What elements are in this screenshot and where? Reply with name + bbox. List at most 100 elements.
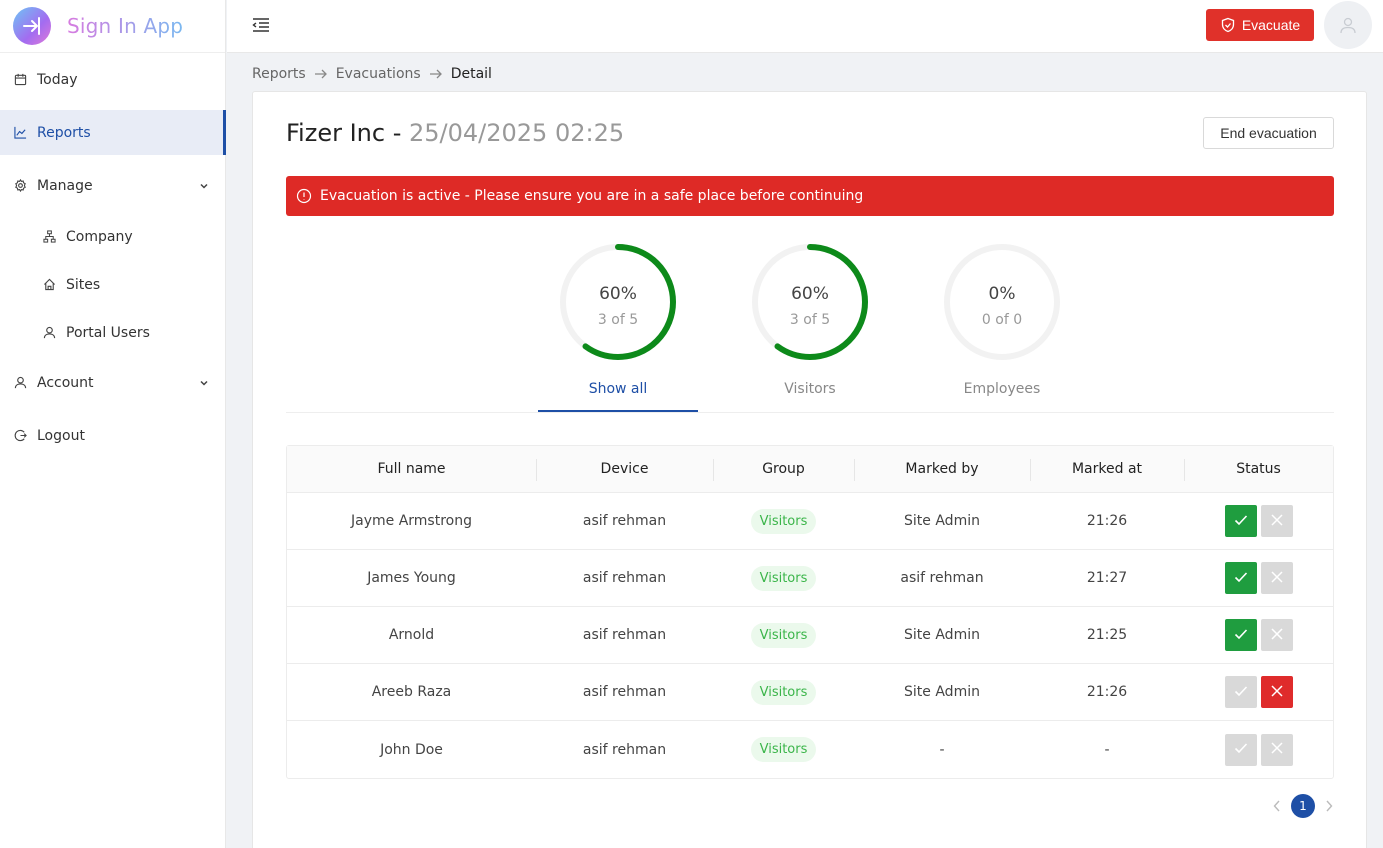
table-row: Arnold asif rehman Visitors Site Admin 21:25	[287, 607, 1333, 664]
breadcrumb-evacuations[interactable]: Evacuations	[336, 66, 421, 82]
mark-safe-button[interactable]	[1224, 733, 1257, 766]
mark-unsafe-button[interactable]	[1260, 562, 1293, 594]
avatar[interactable]	[1324, 1, 1372, 49]
page-title: Fizer Inc - 25/04/2025 02:25	[286, 119, 624, 147]
sidebar-item-logout[interactable]: Logout	[0, 413, 226, 458]
home-icon	[42, 278, 56, 292]
check-icon	[1233, 626, 1249, 645]
breadcrumb-reports[interactable]: Reports	[252, 66, 306, 82]
evacuation-alert: Evacuation is active - Please ensure you…	[286, 176, 1334, 216]
sidebar-item-reports[interactable]: Reports	[0, 110, 226, 155]
cell-group: Visitors	[713, 664, 854, 720]
column-header: Device	[536, 446, 713, 492]
tab-count: 3 of 5	[597, 312, 639, 328]
table-body: Jayme Armstrong asif rehman Visitors Site A…	[287, 493, 1333, 778]
group-tag: Visitors	[750, 737, 817, 762]
breadcrumb-detail: Detail	[450, 66, 492, 82]
cell-full-name: James Young	[367, 570, 456, 586]
cell-marked-at: -	[1104, 741, 1110, 758]
mark-unsafe-button[interactable]	[1260, 619, 1293, 651]
chevron-left-icon[interactable]	[1267, 794, 1287, 818]
close-icon	[1270, 684, 1284, 701]
sidebar-item-manage[interactable]: Manage	[0, 163, 226, 208]
close-icon	[1270, 627, 1284, 644]
line-chart-icon	[13, 126, 27, 140]
title-separator: -	[385, 119, 409, 147]
chevron-down-icon	[199, 376, 209, 392]
tab-label: Show all	[588, 381, 648, 397]
cell-device: asif rehman	[582, 627, 667, 643]
check-icon	[1233, 683, 1249, 702]
group-tag: Visitors	[750, 622, 817, 648]
app-logo[interactable]: Sign In App	[0, 0, 225, 53]
cell-full-name: Arnold	[388, 627, 435, 643]
breadcrumb: Reports Evacuations Detail	[252, 64, 492, 84]
gear-icon	[13, 179, 27, 193]
cell-group: Visitors	[713, 493, 854, 549]
mark-unsafe-button[interactable]	[1260, 733, 1293, 766]
sign-in-arrow-icon	[13, 7, 51, 45]
close-icon	[1270, 513, 1284, 530]
tab-percent: 0%	[988, 284, 1016, 304]
mark-unsafe-button[interactable]	[1260, 505, 1293, 537]
chevron-right-icon[interactable]	[1319, 794, 1339, 818]
evacuate-label: Evacuate	[1241, 17, 1301, 33]
tab-show-all[interactable]: 60% 3 of 5 Show all	[538, 242, 698, 414]
tab-divider	[286, 412, 1334, 413]
cell-marked-at: 21:25	[1086, 627, 1128, 643]
sidebar-item-today[interactable]: Today	[0, 57, 226, 102]
top-header: Evacuate	[227, 0, 1383, 53]
user-icon	[1340, 17, 1356, 34]
sidebar-item-portal-users[interactable]: Portal Users	[0, 310, 226, 355]
calendar-icon	[13, 73, 27, 87]
menu-fold-icon[interactable]	[252, 17, 270, 37]
sidebar-item-account[interactable]: Account	[0, 360, 226, 405]
sidebar-item-label: Reports	[37, 124, 91, 141]
cell-full-name: John Doe	[380, 741, 443, 758]
info-circle-icon	[296, 188, 312, 204]
mark-safe-button[interactable]	[1224, 505, 1257, 537]
column-header: Full name	[377, 461, 446, 477]
alert-message: Evacuation is active - Please ensure you…	[320, 188, 864, 204]
evacuate-button[interactable]: Evacuate	[1206, 9, 1314, 41]
check-icon	[1233, 512, 1249, 531]
cell-marked-by: -	[939, 741, 945, 758]
cell-marked-by: Site Admin	[904, 513, 980, 529]
page-number[interactable]: 1	[1291, 794, 1315, 818]
sidebar-item-label: Logout	[37, 427, 85, 444]
cell-device: asif rehman	[582, 513, 667, 529]
sidebar-item-company[interactable]: Company	[0, 214, 226, 259]
sidebar-item-sites[interactable]: Sites	[0, 262, 226, 307]
sidebar-item-label: Portal Users	[66, 324, 150, 341]
org-chart-icon	[42, 230, 56, 244]
sidebar-item-label: Manage	[37, 177, 93, 194]
arrow-right-icon	[429, 68, 443, 80]
cell-group: Visitors	[713, 607, 854, 663]
table-row: John Doe asif rehman Visitors - -	[287, 721, 1333, 778]
mark-safe-button[interactable]	[1224, 619, 1257, 651]
table-row: James Young asif rehman Visitors asif rehma…	[287, 550, 1333, 607]
cell-group: Visitors	[713, 550, 854, 606]
mark-safe-button[interactable]	[1224, 562, 1257, 594]
company-name: Fizer Inc	[286, 119, 386, 147]
cell-device: asif rehman	[582, 570, 667, 586]
tab-label: Visitors	[784, 381, 836, 397]
tab-visitors[interactable]: 60% 3 of 5 Visitors	[730, 242, 890, 414]
mark-unsafe-button[interactable]	[1260, 676, 1293, 708]
table-header: Full name Device Group Marked by Marked …	[287, 446, 1333, 493]
cell-full-name: Jayme Armstrong	[351, 513, 472, 529]
cell-device: asif rehman	[582, 741, 667, 758]
tab-count: 0 of 0	[981, 312, 1023, 328]
tab-employees[interactable]: 0% 0 of 0 Employees	[922, 242, 1082, 414]
table-row: Jayme Armstrong asif rehman Visitors Site A…	[287, 493, 1333, 550]
end-evacuation-button[interactable]: End evacuation	[1203, 117, 1334, 149]
evacuation-detail-card: Fizer Inc - 25/04/2025 02:25 End evacuat…	[252, 91, 1367, 848]
mark-safe-button[interactable]	[1224, 676, 1257, 708]
tab-percent: 60%	[599, 284, 637, 304]
column-header: Status	[1184, 446, 1333, 492]
pagination: 1	[1267, 794, 1339, 818]
cell-marked-by: Site Admin	[904, 627, 980, 643]
group-tag: Visitors	[750, 565, 817, 591]
app-name: Sign In App	[67, 14, 184, 38]
check-icon	[1233, 740, 1249, 759]
